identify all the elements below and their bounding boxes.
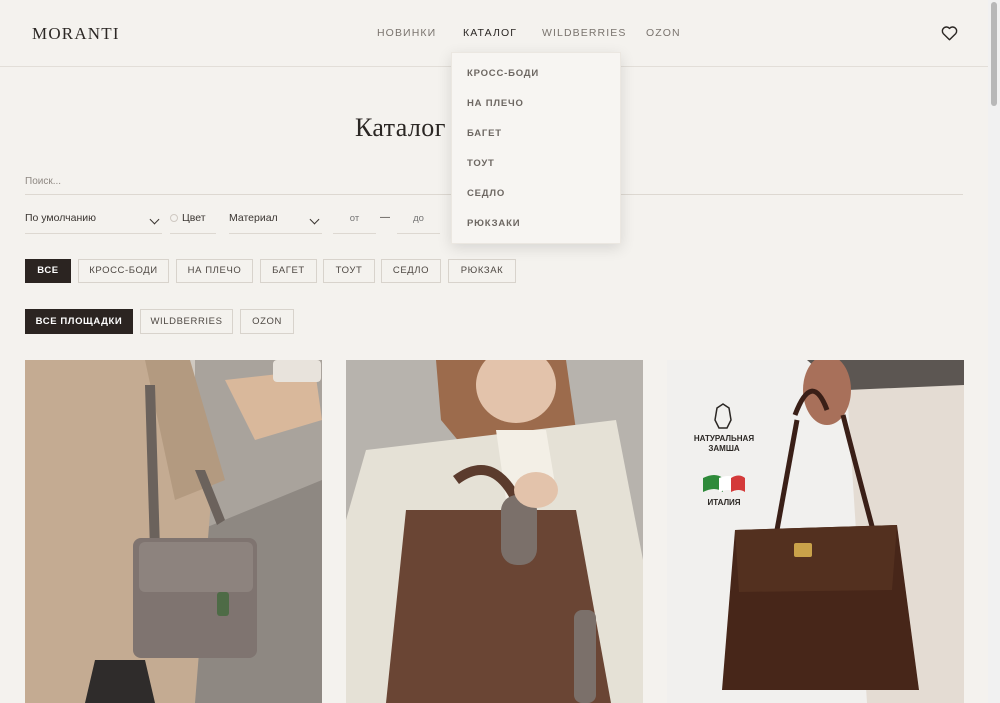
heart-icon[interactable] (941, 25, 958, 41)
nav-item-catalog[interactable]: КАТАЛОГ (463, 27, 517, 39)
chevron-down-icon (309, 214, 320, 225)
site-logo[interactable]: MORANTI (32, 24, 120, 44)
chip-category-backpack[interactable]: РЮКЗАК (448, 259, 516, 283)
dropdown-item-tote[interactable]: ТОУТ (467, 158, 495, 169)
badge-origin-text: ИТАЛИЯ (707, 498, 741, 507)
product-image-dark-brown-satchel (667, 360, 964, 703)
chip-category-shoulder[interactable]: НА ПЛЕЧО (176, 259, 253, 283)
price-range-separator: — (380, 212, 390, 223)
material-select-label: Материал (229, 212, 278, 224)
badge-material-text: НАТУРАЛЬНАЯ ЗАМША (693, 434, 755, 453)
color-filter[interactable]: Цвет (170, 203, 216, 234)
sort-select-value: По умолчанию (25, 212, 97, 224)
chip-platform-ozon[interactable]: OZON (240, 309, 294, 334)
dropdown-item-backpacks[interactable]: РЮКЗАКИ (467, 218, 520, 229)
color-swatch-icon (170, 214, 178, 222)
product-image-brown-suede (346, 360, 643, 703)
nav-item-new[interactable]: НОВИНКИ (377, 27, 436, 39)
scrollbar-thumb[interactable] (991, 2, 997, 106)
product-card[interactable] (25, 360, 322, 703)
dropdown-item-saddle[interactable]: СЕДЛО (467, 188, 505, 199)
chip-platform-wildberries[interactable]: WILDBERRIES (140, 309, 233, 334)
chip-category-crossbody[interactable]: КРОСС-БОДИ (78, 259, 169, 283)
price-from-input[interactable] (333, 203, 376, 234)
product-image-taupe-crossbody (25, 360, 322, 703)
catalog-dropdown: КРОСС-БОДИ НА ПЛЕЧО БАГЕТ ТОУТ СЕДЛО РЮК… (451, 52, 621, 244)
price-to-input[interactable] (397, 203, 440, 234)
nav-item-wildberries[interactable]: WILDBERRIES (542, 27, 626, 39)
product-card[interactable]: НАТУРАЛЬНАЯ ЗАМША ИТАЛИЯ (667, 360, 964, 703)
dropdown-item-shoulder[interactable]: НА ПЛЕЧО (467, 98, 524, 109)
chip-category-all[interactable]: ВСЕ (25, 259, 71, 283)
color-filter-label: Цвет (182, 212, 206, 224)
chip-category-baguette[interactable]: БАГЕТ (260, 259, 317, 283)
material-select[interactable]: Материал (229, 203, 322, 234)
nav-item-ozon[interactable]: OZON (646, 27, 681, 39)
chip-category-saddle[interactable]: СЕДЛО (381, 259, 441, 283)
chip-category-tote[interactable]: ТОУТ (323, 259, 375, 283)
chevron-down-icon (149, 214, 160, 225)
sort-select[interactable]: По умолчанию (25, 203, 162, 234)
page-scrollbar[interactable] (988, 0, 1000, 703)
chip-platform-all[interactable]: ВСЕ ПЛОЩАДКИ (25, 309, 133, 334)
product-card[interactable] (346, 360, 643, 703)
dropdown-item-crossbody[interactable]: КРОСС-БОДИ (467, 68, 539, 79)
dropdown-item-baguette[interactable]: БАГЕТ (467, 128, 502, 139)
